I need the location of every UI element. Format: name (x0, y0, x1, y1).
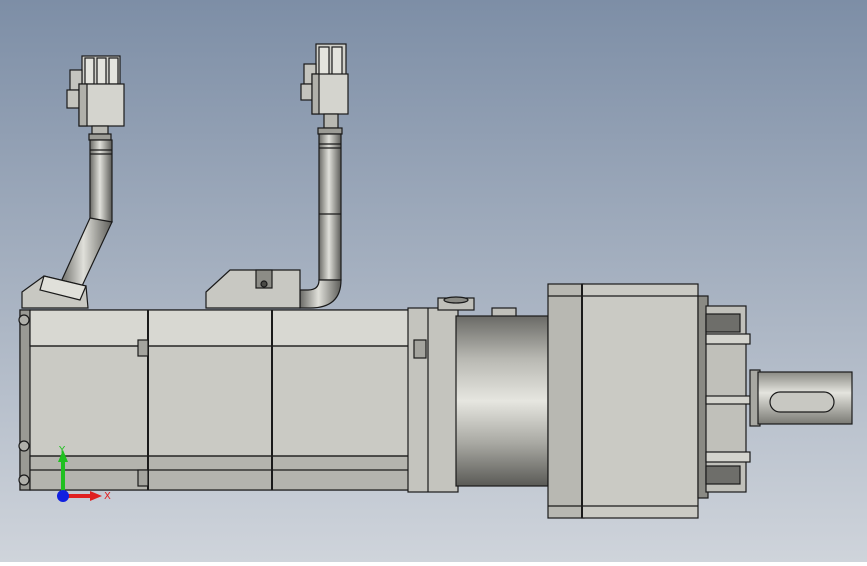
gearbox-neck (455, 315, 549, 487)
y-axis-label: Y (58, 445, 66, 456)
gearbox-housing (547, 283, 699, 519)
cad-canvas[interactable]: Y X (0, 0, 867, 562)
output-flange (697, 295, 751, 499)
motor-body (18, 309, 411, 491)
output-shaft (749, 369, 853, 427)
x-axis-label: X (104, 491, 111, 502)
z-axis-origin (57, 490, 69, 502)
cad-viewport[interactable]: Y X (0, 0, 867, 562)
